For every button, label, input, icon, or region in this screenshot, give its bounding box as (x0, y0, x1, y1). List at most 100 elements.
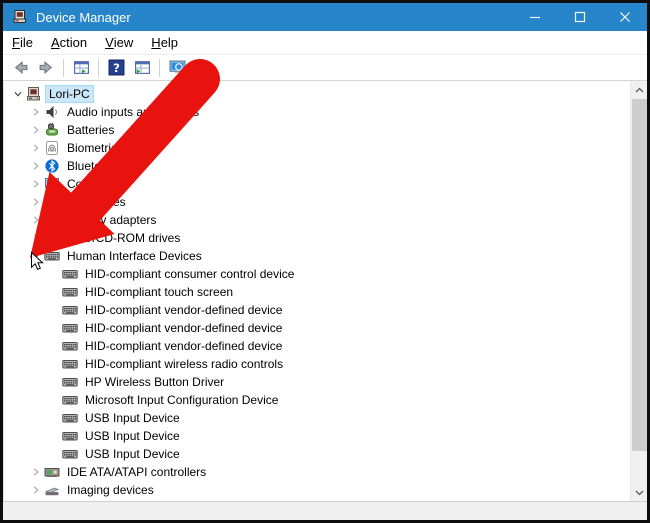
chevron-right-icon[interactable] (28, 482, 44, 498)
tree-item-usb-input-device[interactable]: USB Input Device (4, 445, 630, 463)
menu-item-file[interactable]: File (3, 31, 42, 54)
tree-item-label: HID-compliant vendor-defined device (82, 302, 285, 318)
device-manager-window: Device Manager FileActionViewHelp ? Lori… (3, 3, 647, 520)
tree-item-disk-drives[interactable]: Disk drives (4, 193, 630, 211)
chevron-right-icon[interactable] (28, 194, 44, 210)
keyboard-icon (62, 374, 78, 390)
maximize-button[interactable] (557, 3, 602, 31)
indent-spacer (46, 284, 62, 300)
device-manager-icon (12, 9, 28, 25)
tree-item-dvd-cd-rom-drives[interactable]: DVD/CD-ROM drives (4, 229, 630, 247)
tree-item-usb-input-device[interactable]: USB Input Device (4, 427, 630, 445)
tree-item-imaging-devices[interactable]: Imaging devices (4, 481, 630, 499)
console-tree-icon[interactable] (68, 57, 94, 79)
tree-item-ide-ata-atapi-controllers[interactable]: IDE ATA/ATAPI controllers (4, 463, 630, 481)
tree-item-label: Microsoft Input Configuration Device (82, 392, 281, 408)
tree-item-computer[interactable]: Computer (4, 175, 630, 193)
close-button[interactable] (602, 3, 647, 31)
tree-item-biometric-devices[interactable]: Biometric devices (4, 139, 630, 157)
menu-item-view[interactable]: View (96, 31, 142, 54)
scan-hardware-icon[interactable] (164, 57, 190, 79)
menu-bar: FileActionViewHelp (3, 31, 647, 55)
indent-spacer (46, 410, 62, 426)
tree-item-hp-wireless-button-driver[interactable]: HP Wireless Button Driver (4, 373, 630, 391)
chevron-right-icon[interactable] (28, 104, 44, 120)
tree-item-label: HID-compliant vendor-defined device (82, 320, 285, 336)
menu-item-action[interactable]: Action (42, 31, 96, 54)
tree-item-hid-compliant-vendor-defined-device[interactable]: HID-compliant vendor-defined device (4, 319, 630, 337)
tree-item-hid-compliant-vendor-defined-device[interactable]: HID-compliant vendor-defined device (4, 337, 630, 355)
chevron-right-icon[interactable] (28, 464, 44, 480)
tree-item-batteries[interactable]: Batteries (4, 121, 630, 139)
bluetooth-icon (44, 158, 60, 174)
tree-item-bluetooth[interactable]: Bluetooth (4, 157, 630, 175)
keyboard-icon (62, 302, 78, 318)
tree-item-label: IDE ATA/ATAPI controllers (64, 464, 209, 480)
properties-icon[interactable] (129, 57, 155, 79)
scrollbar-thumb[interactable] (632, 99, 647, 451)
keyboard-icon (62, 392, 78, 408)
scroll-down-button[interactable] (631, 484, 648, 501)
keyboard-icon (62, 266, 78, 282)
tree-item-label: USB Input Device (82, 428, 183, 444)
tree-item-label: HID-compliant wireless radio controls (82, 356, 286, 372)
tree-item-usb-input-device[interactable]: USB Input Device (4, 409, 630, 427)
back-icon[interactable] (7, 57, 33, 79)
ide-controller-icon (44, 464, 60, 480)
toolbar-separator (159, 59, 160, 77)
minimize-button[interactable] (512, 3, 557, 31)
keyboard-icon (62, 428, 78, 444)
tree-item-label: Human Interface Devices (64, 248, 205, 264)
tree-item-label: Audio inputs and outputs (64, 104, 202, 120)
help-icon[interactable]: ? (103, 57, 129, 79)
indent-spacer (46, 446, 62, 462)
chevron-right-icon[interactable] (28, 230, 44, 246)
tree-item-hid-compliant-wireless-radio-controls[interactable]: HID-compliant wireless radio controls (4, 355, 630, 373)
device-tree: Lori-PC Audio inputs and outputs Batteries… (4, 81, 630, 501)
tree-item-label: Batteries (64, 122, 117, 138)
keyboard-icon (62, 320, 78, 336)
device-tree-panel: Lori-PC Audio inputs and outputs Batteries… (3, 81, 647, 501)
indent-spacer (46, 374, 62, 390)
toolbar: ? (3, 55, 647, 81)
tree-item-human-interface-devices[interactable]: Human Interface Devices (4, 247, 630, 265)
tree-item-display-adapters[interactable]: Display adapters (4, 211, 630, 229)
chevron-right-icon[interactable] (28, 158, 44, 174)
chevron-down-icon[interactable] (28, 248, 44, 264)
tree-item-label: Lori-PC (46, 86, 93, 102)
tree-item-label: HID-compliant vendor-defined device (82, 338, 285, 354)
fingerprint-icon (44, 140, 60, 156)
tree-item-hid-compliant-vendor-defined-device[interactable]: HID-compliant vendor-defined device (4, 301, 630, 319)
display-icon (44, 212, 60, 228)
tree-item-label: Display adapters (64, 212, 159, 228)
indent-spacer (46, 338, 62, 354)
scroll-up-button[interactable] (631, 81, 648, 98)
tree-item-label: HID-compliant consumer control device (82, 266, 297, 282)
tree-item-lori-pc[interactable]: Lori-PC (4, 85, 630, 103)
imaging-device-icon (44, 482, 60, 498)
chevron-right-icon[interactable] (28, 212, 44, 228)
tree-item-hid-compliant-touch-screen[interactable]: HID-compliant touch screen (4, 283, 630, 301)
menu-item-help[interactable]: Help (142, 31, 187, 54)
keyboard-icon (62, 338, 78, 354)
keyboard-icon (62, 446, 78, 462)
tree-item-label: Computer (64, 176, 123, 192)
tree-item-label: USB Input Device (82, 410, 183, 426)
keyboard-icon (62, 410, 78, 426)
chevron-down-icon[interactable] (10, 86, 26, 102)
tree-item-hid-compliant-consumer-control-device[interactable]: HID-compliant consumer control device (4, 265, 630, 283)
computer-icon (26, 86, 42, 102)
tree-item-microsoft-input-configuration-device[interactable]: Microsoft Input Configuration Device (4, 391, 630, 409)
chevron-right-icon[interactable] (28, 122, 44, 138)
vertical-scrollbar[interactable] (630, 81, 647, 501)
chevron-right-icon[interactable] (28, 140, 44, 156)
keyboard-icon (62, 356, 78, 372)
tree-item-label: DVD/CD-ROM drives (64, 230, 183, 246)
forward-icon[interactable] (33, 57, 59, 79)
indent-spacer (46, 266, 62, 282)
disk-icon (44, 194, 60, 210)
tree-item-audio-inputs-and-outputs[interactable]: Audio inputs and outputs (4, 103, 630, 121)
chevron-right-icon[interactable] (28, 176, 44, 192)
indent-spacer (46, 392, 62, 408)
tree-item-label: HP Wireless Button Driver (82, 374, 227, 390)
